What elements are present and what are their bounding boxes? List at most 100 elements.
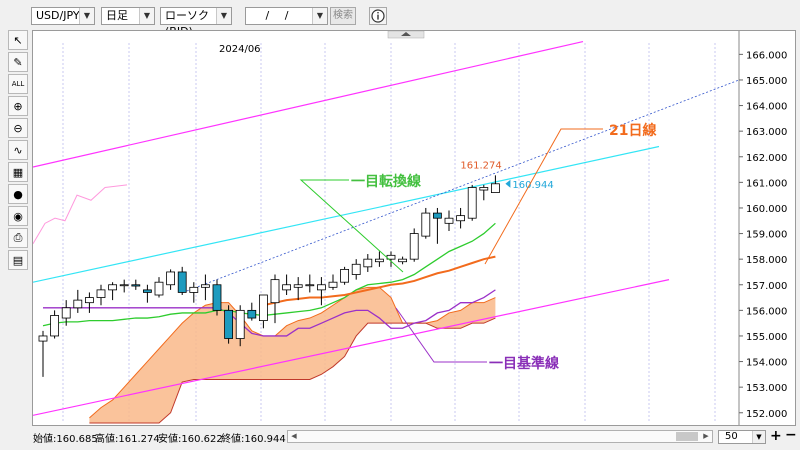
candle-body: [293, 284, 303, 288]
tool-sidebar: ↖ ✎ ALL ⊕ ⊖ ∿ ▦ ● ◉ ⎙ ▤: [4, 30, 30, 270]
candle-body: [456, 215, 466, 222]
candle-body: [108, 284, 117, 291]
candle-body: [282, 284, 292, 291]
pencil-icon[interactable]: ✎: [8, 52, 28, 72]
cursor-icon[interactable]: ↖: [8, 30, 28, 50]
price-tick-label: 155.000: [746, 332, 787, 343]
candle-body: [154, 281, 164, 296]
candle-body: [363, 258, 373, 268]
price-chart[interactable]: 2024/06 166.000 165.000 164.000 163.000 162.…: [33, 31, 795, 425]
candle-body: [189, 286, 199, 293]
chart-indicator-icon[interactable]: ∿: [8, 140, 28, 160]
candle-body: [270, 279, 280, 304]
kijun-line: [43, 289, 496, 337]
dotted-trend-line: [182, 79, 740, 293]
close-value: 終値:160.944: [221, 434, 286, 445]
price-tick-label: 158.000: [746, 255, 787, 266]
candle-body: [96, 289, 106, 298]
last-close-label: 160.944: [512, 180, 553, 191]
info-button[interactable]: [369, 7, 387, 25]
price-tick-label: 166.000: [746, 50, 787, 61]
price-tick-label: 165.000: [746, 76, 787, 87]
candle-body: [316, 284, 326, 291]
bar-count-select[interactable]: 50 ▼: [718, 430, 766, 444]
price-tick-label: 152.000: [746, 409, 787, 420]
chevron-down-icon[interactable]: ▼: [79, 8, 94, 24]
price-tick-label: 162.000: [746, 153, 787, 164]
palette-icon[interactable]: ●: [8, 184, 28, 204]
date-label: 2024/06: [219, 44, 261, 55]
open-value: 始値:160.685: [33, 434, 98, 445]
info-icon: [371, 9, 385, 23]
candle-body: [409, 233, 419, 260]
date-dropdown[interactable]: ▼: [312, 7, 328, 25]
chevron-down-icon[interactable]: ▼: [752, 431, 765, 443]
date-input[interactable]: / /: [245, 7, 315, 25]
timeframe-select[interactable]: 日足 ▼: [101, 7, 155, 25]
scrollbar-thumb[interactable]: [676, 432, 698, 441]
candle-body: [467, 187, 477, 219]
candle-body: [374, 258, 384, 263]
candle-body: [328, 281, 338, 288]
kijun-annotation: 一目基準線: [489, 355, 559, 372]
tenkan-callout-line: [299, 179, 404, 273]
low-value: 安値:160.622: [158, 434, 223, 445]
high-label: 161.274: [460, 160, 501, 171]
candle-body: [444, 217, 454, 224]
oscillator-icon[interactable]: ▦: [8, 162, 28, 182]
candle-body: [421, 212, 431, 237]
horizontal-scrollbar[interactable]: ◀ ▶: [287, 430, 713, 443]
search-button[interactable]: 検索: [330, 7, 356, 25]
cyan-trend-line: [33, 145, 660, 283]
price-tick-label: 156.000: [746, 306, 787, 317]
status-bar: 始値:160.685 高値:161.274 安値:160.622 終値:160.…: [0, 426, 800, 450]
price-tick-label: 153.000: [746, 383, 787, 394]
candle-body: [340, 268, 350, 283]
tenkan-line: [42, 222, 496, 327]
timeframe-value: 日足: [106, 9, 128, 22]
symbol-select[interactable]: USD/JPY ▼: [31, 7, 95, 25]
eye-icon[interactable]: ◉: [8, 206, 28, 226]
candle-body: [61, 307, 71, 319]
grid-icon[interactable]: ▤: [8, 250, 28, 270]
scroll-left-icon[interactable]: ◀: [289, 432, 299, 441]
chart-panel[interactable]: 2024/06 166.000 165.000 164.000 163.000 162.…: [32, 30, 796, 426]
chevron-down-icon[interactable]: ▼: [216, 8, 231, 24]
candle-body: [432, 212, 442, 219]
candle-body: [166, 271, 176, 286]
price-tick-label: 157.000: [746, 281, 787, 292]
candle-body: [479, 187, 489, 191]
tenkan-annotation: 一目転換線: [351, 173, 421, 190]
all-icon[interactable]: ALL: [8, 74, 28, 94]
print-icon[interactable]: ⎙: [8, 228, 28, 248]
candle-body: [235, 309, 245, 339]
chart-kind-select[interactable]: ローソク(BID) ▼: [160, 7, 232, 38]
candle-body: [131, 284, 141, 287]
top-toolbar: USD/JPY ▼ 日足 ▼ ローソク(BID) ▼ / / ▼ 検索: [0, 0, 800, 38]
zoom-in-icon[interactable]: ⊕: [8, 96, 28, 116]
zoom-out-button[interactable]: −: [785, 427, 797, 443]
ma21-annotation: 21日線: [609, 122, 656, 139]
price-tick-label: 160.000: [746, 204, 787, 215]
chevron-down-icon[interactable]: ▼: [139, 8, 154, 24]
chevron-down-icon[interactable]: ▼: [312, 8, 327, 24]
price-tick-label: 154.000: [746, 358, 787, 369]
last-price-arrow: [505, 179, 511, 188]
candle-body: [490, 183, 500, 193]
zoom-out-icon[interactable]: ⊖: [8, 118, 28, 138]
bar-count-value: 50: [725, 431, 738, 442]
candle-body: [143, 289, 152, 293]
candle-body: [50, 315, 60, 337]
price-tick-label: 159.000: [746, 230, 787, 241]
upper-channel-line: [33, 40, 584, 168]
scroll-right-icon[interactable]: ▶: [701, 432, 711, 441]
candle-body: [247, 309, 257, 319]
candle-body: [224, 309, 234, 339]
price-tick-label: 164.000: [746, 102, 787, 113]
chikou-span-line: [33, 184, 128, 245]
zoom-in-button[interactable]: +: [770, 428, 782, 444]
candle-body: [85, 297, 94, 304]
price-tick-label: 161.000: [746, 178, 787, 189]
candle-body: [73, 299, 83, 309]
candle-body: [200, 284, 210, 288]
